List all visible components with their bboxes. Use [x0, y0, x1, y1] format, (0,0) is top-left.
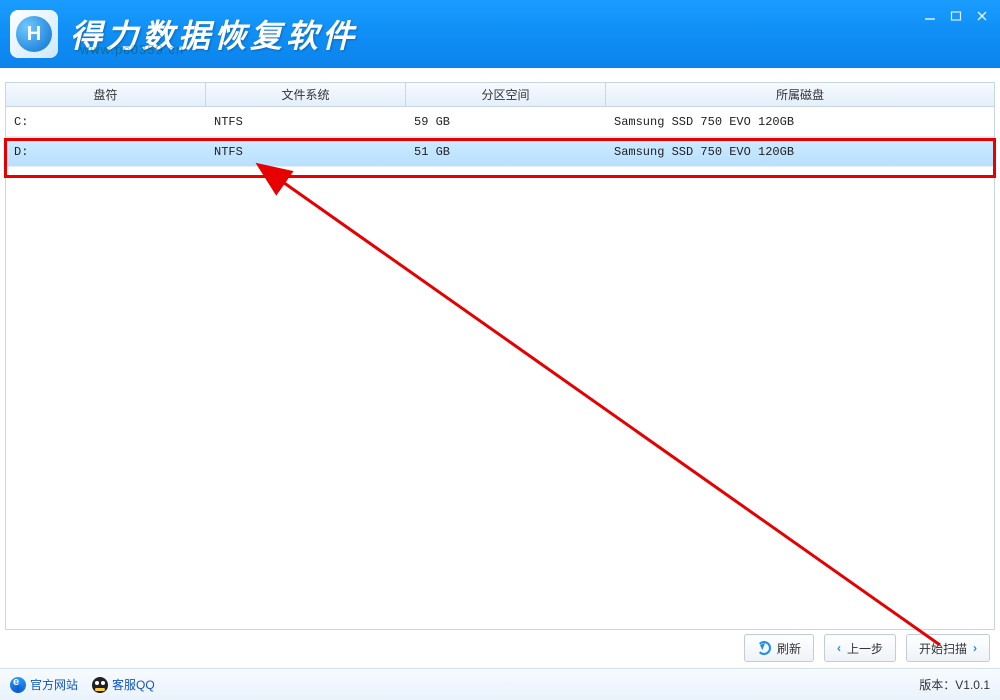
watermark-text: www.pc0359.cn: [80, 42, 184, 57]
close-button[interactable]: [970, 6, 994, 26]
titlebar: H 得力数据恢复软件 www.pc0359.cn: [0, 0, 1000, 68]
scan-button[interactable]: 开始扫描 ›: [906, 634, 990, 662]
th-size[interactable]: 分区空间: [406, 83, 606, 106]
table-row[interactable]: D: NTFS 51 GB Samsung SSD 750 EVO 120GB: [6, 137, 994, 167]
statusbar-left: 官方网站 客服QQ: [10, 676, 155, 693]
website-label: 官方网站: [30, 676, 78, 693]
window-controls: [918, 6, 994, 26]
cell-size: 51 GB: [406, 145, 606, 159]
close-icon: [976, 10, 988, 22]
th-filesystem[interactable]: 文件系统: [206, 83, 406, 106]
chevron-right-icon: ›: [973, 641, 977, 655]
partition-panel: 盘符 文件系统 分区空间 所属磁盘 C: NTFS 59 GB Samsung …: [5, 82, 995, 630]
cell-disk: Samsung SSD 750 EVO 120GB: [606, 145, 994, 159]
support-qq-link[interactable]: 客服QQ: [92, 676, 155, 693]
scan-label: 开始扫描: [919, 640, 967, 657]
support-label: 客服QQ: [112, 676, 155, 693]
qq-icon: [92, 677, 108, 693]
table-row[interactable]: C: NTFS 59 GB Samsung SSD 750 EVO 120GB: [6, 107, 994, 137]
app-logo-icon: H: [16, 16, 52, 52]
cell-drive: C:: [6, 115, 206, 129]
refresh-label: 刷新: [777, 640, 801, 657]
chevron-left-icon: ‹: [837, 641, 841, 655]
prev-label: 上一步: [847, 640, 883, 657]
refresh-icon: [757, 641, 771, 655]
version-value: V1.0.1: [955, 678, 990, 692]
th-drive[interactable]: 盘符: [6, 83, 206, 106]
table-body: C: NTFS 59 GB Samsung SSD 750 EVO 120GB …: [6, 107, 994, 167]
action-bar: 刷新 ‹ 上一步 开始扫描 ›: [0, 628, 1000, 668]
minimize-button[interactable]: [918, 6, 942, 26]
browser-icon: [10, 677, 26, 693]
official-website-link[interactable]: 官方网站: [10, 676, 78, 693]
cell-disk: Samsung SSD 750 EVO 120GB: [606, 115, 994, 129]
maximize-icon: [950, 10, 962, 22]
cell-filesystem: NTFS: [206, 115, 406, 129]
minimize-icon: [924, 10, 936, 22]
cell-filesystem: NTFS: [206, 145, 406, 159]
maximize-button[interactable]: [944, 6, 968, 26]
statusbar: 官方网站 客服QQ 版本：V1.0.1: [0, 668, 1000, 700]
app-logo: H: [10, 10, 58, 58]
refresh-button[interactable]: 刷新: [744, 634, 814, 662]
cell-drive: D:: [6, 145, 206, 159]
partition-table: 盘符 文件系统 分区空间 所属磁盘 C: NTFS 59 GB Samsung …: [6, 83, 994, 167]
table-header-row: 盘符 文件系统 分区空间 所属磁盘: [6, 83, 994, 107]
th-disk[interactable]: 所属磁盘: [606, 83, 994, 106]
prev-button[interactable]: ‹ 上一步: [824, 634, 896, 662]
version-label: 版本：: [919, 678, 955, 692]
cell-size: 59 GB: [406, 115, 606, 129]
version-text: 版本：V1.0.1: [919, 676, 990, 693]
